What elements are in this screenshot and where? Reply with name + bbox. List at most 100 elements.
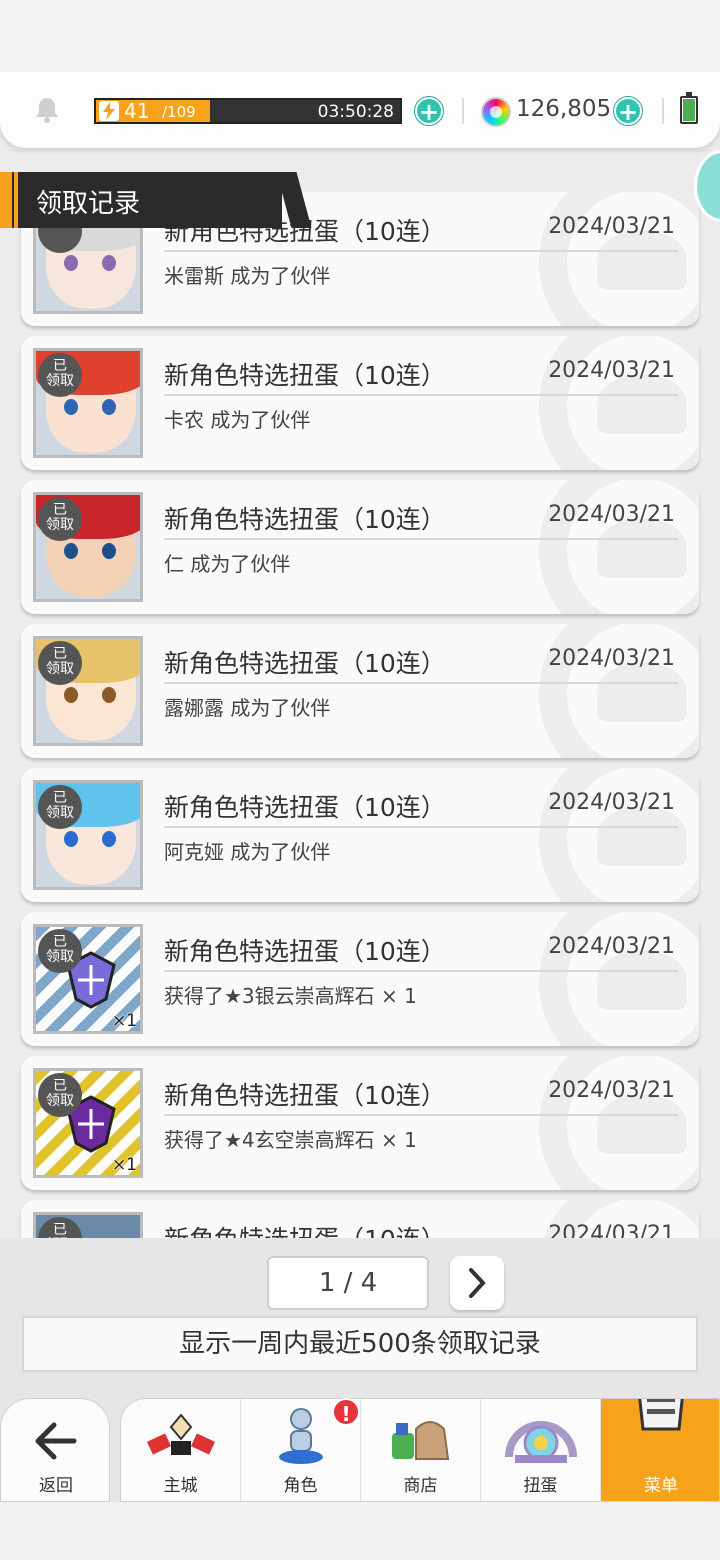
record-thumbnail: 已领取 <box>33 1212 143 1238</box>
portrait-eye <box>102 255 116 271</box>
record-thumbnail: 已领取 <box>33 636 143 746</box>
nav-item-menu[interactable]: 菜单 <box>601 1399 719 1501</box>
nav-item-castle[interactable]: 主城 <box>121 1399 241 1501</box>
chevron-right-icon <box>469 1268 486 1298</box>
stamina-current: 41 <box>124 99 150 123</box>
section-header: 领取记录 <box>0 172 282 228</box>
record-description: 获得了★3银云崇高辉石 × 1 <box>164 984 417 1008</box>
menu-icon <box>638 1399 684 1431</box>
next-page-button[interactable] <box>450 1256 504 1310</box>
castle-icon <box>146 1413 216 1455</box>
system-status-area <box>0 0 720 80</box>
record-card[interactable]: 已领取 新角色特选扭蛋（10连） 2024/03/21 露娜露 成为了伙伴 <box>21 624 699 758</box>
record-date: 2024/03/21 <box>548 1078 675 1103</box>
portrait-eye <box>64 399 78 415</box>
bell-icon[interactable] <box>34 96 60 124</box>
record-thumbnail: ×1 已领取 <box>33 1068 143 1178</box>
watermark-emblem <box>539 480 699 614</box>
watermark-emblem <box>539 192 699 326</box>
record-date: 2024/03/21 <box>548 646 675 671</box>
system-nav-area <box>0 1502 720 1560</box>
portrait-eye <box>64 687 78 703</box>
record-title: 新角色特选扭蛋（10连） <box>164 649 446 678</box>
portrait-eye <box>102 687 116 703</box>
record-thumbnail: 已领取 <box>33 348 143 458</box>
divider <box>164 538 678 540</box>
add-gems-button[interactable]: + <box>614 97 642 126</box>
record-title: 新角色特选扭蛋（10连） <box>164 793 446 822</box>
nav-label: 商店 <box>403 1476 438 1496</box>
header-accent <box>0 172 12 228</box>
record-card[interactable]: 已领取 新角色特选扭蛋（10连） 2024/03/21 <box>21 1200 699 1238</box>
portrait-eye <box>64 255 78 271</box>
stamina-timer: 03:50:28 <box>317 102 394 122</box>
record-date: 2024/03/21 <box>548 790 675 815</box>
watermark-emblem <box>539 1056 699 1190</box>
character-icon <box>279 1408 323 1464</box>
record-title: 新角色特选扭蛋（10连） <box>164 505 446 534</box>
record-card[interactable]: 已领取 新角色特选扭蛋（10连） 2024/03/21 仁 成为了伙伴 <box>21 480 699 614</box>
stamina-max: /109 <box>162 103 196 121</box>
nav-label: 角色 <box>283 1476 318 1496</box>
claimed-badge: 已领取 <box>38 353 82 397</box>
add-stamina-button[interactable]: + <box>415 97 443 126</box>
portrait-eye <box>102 399 116 415</box>
portrait-eye <box>102 543 116 559</box>
nav-label: 扭蛋 <box>523 1476 558 1496</box>
claimed-badge: 已领取 <box>38 929 82 973</box>
record-thumbnail: 已领取 <box>33 780 143 890</box>
notification-badge: ! <box>332 1398 360 1426</box>
record-title: 新角色特选扭蛋（10连） <box>164 1081 446 1110</box>
info-banner: 显示一周内最近500条领取记录 <box>22 1316 698 1372</box>
portrait-eye <box>64 543 78 559</box>
record-description: 露娜露 成为了伙伴 <box>164 696 331 720</box>
section-title: 领取记录 <box>36 189 141 219</box>
shop-icon <box>392 1421 450 1460</box>
lightning-icon <box>99 101 119 121</box>
back-button[interactable]: 返回 <box>0 1398 110 1502</box>
resource-bar: 41 /109 03:50:28 + 126,805 + <box>0 72 720 148</box>
record-date: 2024/03/21 <box>548 358 675 383</box>
divider <box>662 98 664 124</box>
watermark-emblem <box>539 768 699 902</box>
record-thumbnail: 已领取 <box>33 492 143 602</box>
record-thumbnail: ×1 已领取 <box>33 924 143 1034</box>
claimed-badge: 已领取 <box>38 1073 82 1117</box>
portrait-eye <box>64 831 78 847</box>
divider <box>164 826 678 828</box>
record-date: 2024/03/21 <box>548 214 675 239</box>
record-title: 新角色特选扭蛋（10连） <box>164 361 446 390</box>
divider <box>164 250 678 252</box>
nav-item-shop[interactable]: 商店 <box>361 1399 481 1501</box>
item-quantity: ×1 <box>111 1155 137 1175</box>
back-label: 返回 <box>39 1476 73 1496</box>
claimed-badge: 已领取 <box>38 497 82 541</box>
battery-icon <box>680 92 698 124</box>
page-indicator: 1 / 4 <box>267 1256 429 1310</box>
watermark-emblem <box>539 912 699 1046</box>
nav-item-gacha[interactable]: 扭蛋 <box>481 1399 601 1501</box>
record-date: 2024/03/21 <box>548 934 675 959</box>
record-card[interactable]: ×1 已领取 新角色特选扭蛋（10连） 2024/03/21 获得了★3银云崇高辉石 ×… <box>21 912 699 1046</box>
nav-label: 菜单 <box>644 1476 678 1496</box>
record-description: 阿克娅 成为了伙伴 <box>164 840 331 864</box>
record-description: 获得了★4玄空崇高辉石 × 1 <box>164 1128 417 1152</box>
record-list[interactable]: 领取新角色特选扭蛋（10连）2024/03/21米雷斯 成为了伙伴已领取新角色特… <box>0 148 720 1238</box>
record-description: 米雷斯 成为了伙伴 <box>164 264 331 288</box>
divider <box>462 98 464 124</box>
header-accent <box>14 172 18 228</box>
gem-icon <box>481 97 511 127</box>
claimed-badge: 已领取 <box>38 785 82 829</box>
divider <box>164 394 678 396</box>
record-date: 2024/03/21 <box>548 1222 675 1238</box>
nav-label: 主城 <box>163 1476 198 1496</box>
record-card[interactable]: 已领取 新角色特选扭蛋（10连） 2024/03/21 卡农 成为了伙伴 <box>21 336 699 470</box>
back-arrow-icon <box>35 1422 77 1460</box>
record-card[interactable]: 已领取 新角色特选扭蛋（10连） 2024/03/21 阿克娅 成为了伙伴 <box>21 768 699 902</box>
divider <box>164 1114 678 1116</box>
item-quantity: ×1 <box>111 1011 137 1031</box>
claimed-badge: 已领取 <box>38 641 82 685</box>
record-date: 2024/03/21 <box>548 502 675 527</box>
record-card[interactable]: ×1 已领取 新角色特选扭蛋（10连） 2024/03/21 获得了★4玄空崇高辉石 ×… <box>21 1056 699 1190</box>
portrait-eye <box>102 831 116 847</box>
